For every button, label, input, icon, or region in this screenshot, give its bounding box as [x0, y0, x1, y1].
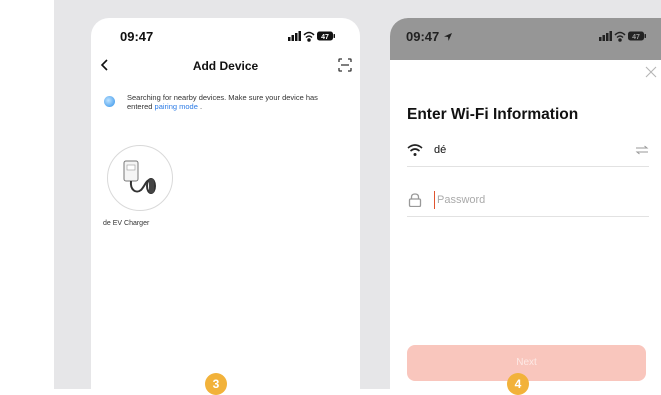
searching-indicator: [104, 96, 115, 107]
close-icon[interactable]: [645, 66, 657, 78]
battery-icon: 47: [628, 31, 646, 41]
search-message-tail: .: [197, 102, 203, 111]
status-time-value: 09:47: [406, 29, 440, 44]
search-message: Searching for nearby devices. Make sure …: [127, 93, 342, 111]
step-badge: 3: [205, 373, 227, 395]
lock-icon: [408, 193, 422, 207]
page-title: Enter Wi-Fi Information: [407, 106, 579, 123]
status-time: 09:47: [406, 29, 453, 44]
ev-charger-icon: [123, 160, 156, 194]
device-name: de EV Charger: [103, 220, 150, 227]
step-number: 4: [514, 377, 522, 391]
page-title: Add Device: [192, 59, 259, 73]
add-device-screen: 09:47 47 Add Device Searching for nearby…: [91, 18, 360, 389]
step-number: 3: [212, 377, 220, 391]
battery-level: 47: [632, 34, 640, 41]
signal-icon: [599, 31, 612, 41]
pairing-mode-link[interactable]: pairing mode: [155, 102, 198, 111]
battery-icon: 47: [317, 31, 335, 41]
device-card[interactable]: [107, 145, 173, 211]
status-bar: 09:47 47: [390, 18, 661, 60]
signal-icon: [288, 31, 301, 41]
battery-level: 47: [321, 34, 329, 41]
swap-icon[interactable]: [635, 145, 649, 155]
wifi-info-screen: 09:47 47 Enter Wi-Fi Information dé Next: [390, 18, 661, 389]
password-row: [407, 190, 649, 217]
step-badge: 4: [507, 373, 529, 395]
wifi-ssid: dé: [434, 144, 447, 156]
location-arrow-icon: [443, 33, 452, 41]
wifi-status-icon: [614, 31, 626, 42]
scan-icon[interactable]: [338, 58, 352, 72]
wifi-status-icon: [303, 31, 315, 42]
wifi-icon: [407, 144, 423, 156]
status-time: 09:47: [120, 29, 154, 44]
wifi-network-row[interactable]: dé: [407, 140, 649, 167]
password-input[interactable]: [434, 191, 637, 209]
status-icons: 47: [288, 31, 335, 42]
status-bar: 09:47 47: [91, 18, 360, 50]
status-icons: 47: [599, 31, 646, 42]
